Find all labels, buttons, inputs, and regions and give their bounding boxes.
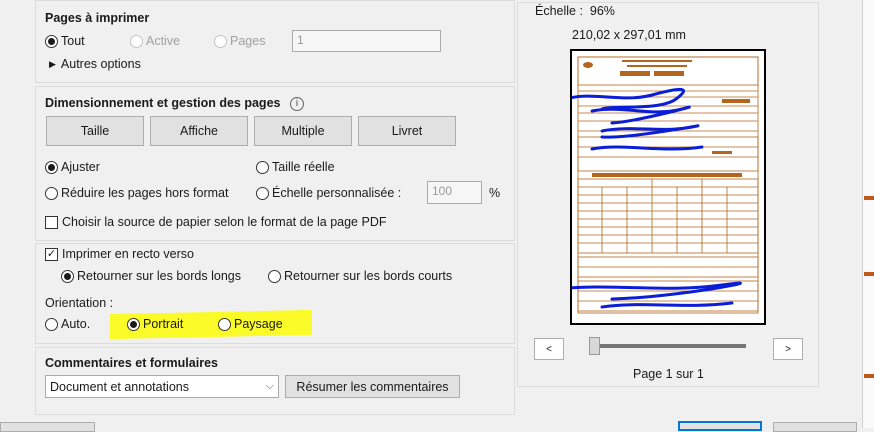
radio-pages-label: Pages	[230, 34, 266, 48]
orientation-label: Orientation :	[45, 296, 114, 310]
background-accent-mark	[864, 196, 874, 200]
pages-range-input[interactable]: 1	[292, 30, 441, 52]
radio-actual-label: Taille réelle	[272, 160, 335, 174]
radio-indicator	[45, 160, 58, 174]
radio-short-label: Retourner sur les bords courts	[284, 269, 453, 283]
sizing-section-title: Dimensionnement et gestion des pages i	[45, 96, 304, 111]
bottom-button-right[interactable]	[773, 422, 857, 432]
radio-portrait-label: Portrait	[143, 317, 184, 331]
background-window-edge	[862, 0, 874, 428]
radio-indicator	[130, 34, 143, 48]
chevron-down-icon: ⌵	[265, 380, 274, 392]
duplex-checkbox[interactable]: ✓ Imprimer en recto verso	[45, 247, 194, 261]
radio-current-label: Active	[146, 34, 181, 48]
radio-indicator	[127, 317, 140, 331]
prev-page-button[interactable]: <	[534, 338, 564, 360]
radio-fit-label: Ajuster	[61, 160, 100, 174]
radio-all-label: Tout	[61, 34, 85, 48]
radio-long-label: Retourner sur les bords longs	[77, 269, 241, 283]
radio-portrait[interactable]: Portrait	[127, 317, 183, 331]
info-icon[interactable]: i	[289, 96, 304, 111]
checkbox-box: ✓	[45, 247, 58, 261]
radio-current-page[interactable]: Active	[130, 34, 180, 48]
paper-dimensions: 210,02 x 297,01 mm	[572, 28, 686, 42]
radio-long-edge[interactable]: Retourner sur les bords longs	[61, 269, 241, 283]
summarize-comments-button[interactable]: Résumer les commentaires	[285, 375, 460, 398]
multiple-button[interactable]: Multiple	[254, 116, 352, 146]
percent-label: %	[489, 186, 501, 200]
radio-fit[interactable]: Ajuster	[45, 160, 100, 174]
comments-section-title: Commentaires et formulaires	[45, 356, 218, 370]
pages-section-title: Pages à imprimer	[45, 11, 150, 25]
background-accent-mark	[864, 374, 874, 378]
radio-auto[interactable]: Auto.	[45, 317, 90, 331]
page-slider-track[interactable]	[590, 344, 746, 348]
radio-custom-scale[interactable]: Échelle personnalisée :	[256, 186, 401, 200]
radio-custom-label: Échelle personnalisée :	[272, 186, 402, 200]
radio-indicator	[61, 269, 74, 283]
background-accent-mark	[864, 272, 874, 276]
radio-indicator	[214, 34, 227, 48]
poster-button[interactable]: Affiche	[150, 116, 248, 146]
checkbox-box	[45, 215, 58, 229]
radio-indicator	[45, 317, 58, 331]
triangle-right-icon: ▶	[49, 58, 56, 69]
radio-indicator	[45, 34, 58, 48]
more-options-label: Autres options	[60, 57, 141, 71]
radio-landscape[interactable]: Paysage	[218, 317, 283, 331]
radio-shrink[interactable]: Réduire les pages hors format	[45, 186, 228, 200]
radio-landscape-label: Paysage	[234, 317, 283, 331]
page-preview	[556, 49, 766, 325]
radio-pages[interactable]: Pages	[214, 34, 265, 48]
choose-paper-label: Choisir la source de papier selon le for…	[62, 215, 387, 229]
bottom-button-left[interactable]	[0, 422, 95, 432]
comments-select[interactable]: Document et annotations ⌵	[45, 375, 279, 398]
radio-indicator	[218, 317, 231, 331]
radio-actual-size[interactable]: Taille réelle	[256, 160, 335, 174]
radio-shrink-label: Réduire les pages hors format	[61, 186, 229, 200]
comments-select-value: Document et annotations	[50, 379, 189, 394]
radio-short-edge[interactable]: Retourner sur les bords courts	[268, 269, 452, 283]
radio-auto-label: Auto.	[61, 317, 91, 331]
bottom-button-primary[interactable]	[678, 421, 762, 431]
form-thumbnail	[556, 56, 759, 314]
radio-indicator	[45, 186, 58, 200]
radio-indicator	[256, 160, 269, 174]
scale-label: Échelle : 96%	[535, 4, 615, 18]
page-counter: Page 1 sur 1	[633, 367, 704, 381]
choose-paper-checkbox[interactable]: Choisir la source de papier selon le for…	[45, 215, 386, 229]
more-options-toggle[interactable]: ▶ Autres options	[49, 57, 141, 71]
booklet-button[interactable]: Livret	[358, 116, 456, 146]
sizing-title-text: Dimensionnement et gestion des pages	[45, 96, 281, 110]
custom-scale-input[interactable]: 100	[427, 181, 482, 204]
duplex-label: Imprimer en recto verso	[62, 247, 194, 261]
size-button[interactable]: Taille	[46, 116, 144, 146]
page-slider-thumb[interactable]	[589, 337, 600, 355]
radio-indicator	[268, 269, 281, 283]
radio-all-pages[interactable]: Tout	[45, 34, 85, 48]
radio-indicator	[256, 186, 269, 200]
next-page-button[interactable]: >	[773, 338, 803, 360]
